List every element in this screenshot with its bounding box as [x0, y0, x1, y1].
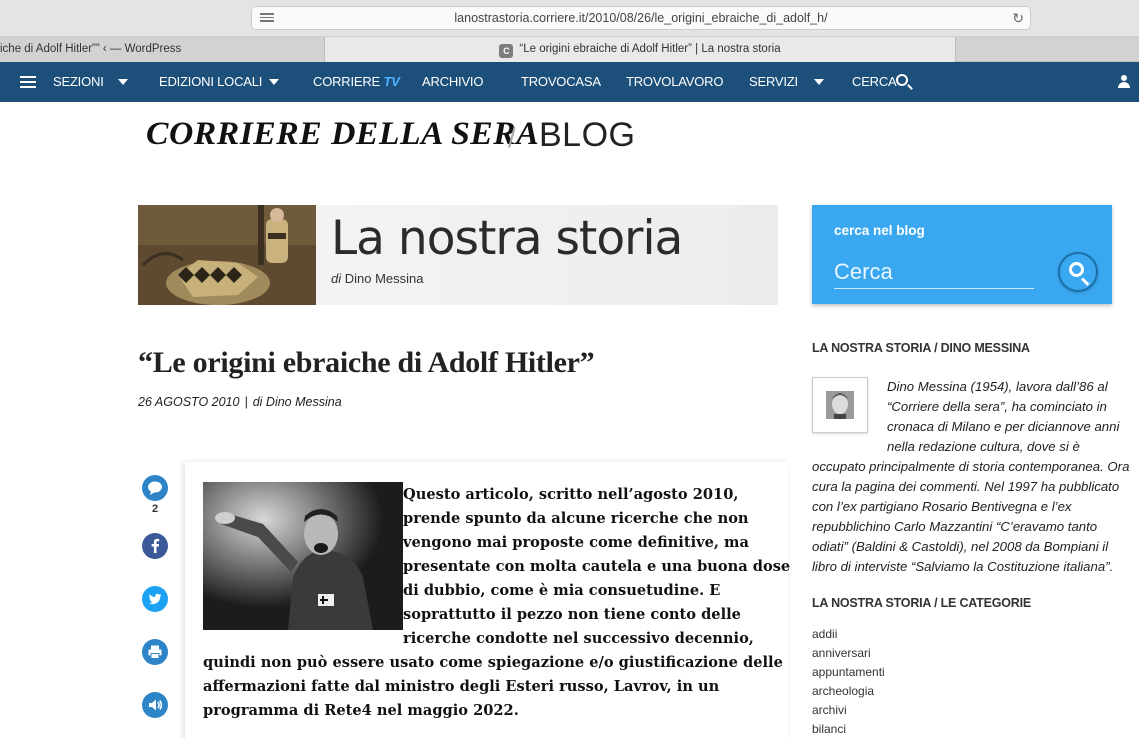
category-list: addii anniversari appuntamenti archeolog…: [812, 625, 885, 738]
audio-icon[interactable]: [142, 692, 168, 718]
category-item[interactable]: archivi: [812, 701, 885, 720]
tab-bar: iche di Adolf Hitler”” ‹ — WordPress C “L…: [0, 37, 1139, 62]
chevron-down-icon[interactable]: [118, 79, 128, 85]
category-item[interactable]: appuntamenti: [812, 663, 885, 682]
category-item[interactable]: bilanci: [812, 720, 885, 738]
address-bar[interactable]: lanostrastoria.corriere.it/2010/08/26/le…: [251, 6, 1031, 30]
chevron-down-icon[interactable]: [269, 79, 279, 85]
banner-image: [138, 205, 316, 305]
favicon-icon: C: [499, 44, 514, 58]
tab-wordpress[interactable]: iche di Adolf Hitler”” ‹ — WordPress: [0, 37, 325, 62]
body-line: programma di Rete4 nel maggio 2022.: [203, 702, 519, 719]
comment-count[interactable]: 2: [142, 503, 168, 515]
tab-label: iche di Adolf Hitler”” ‹ — WordPress: [0, 43, 182, 55]
blog-author-line: di Dino Messina: [331, 271, 424, 286]
bio-line: cura la pagina dei commenti. Nel 1997 ha…: [812, 479, 1120, 494]
facebook-icon[interactable]: [142, 533, 168, 559]
bio-line: con l’ex partigiano Rosario Bentivegna e…: [812, 499, 1072, 514]
article-by: di: [252, 395, 263, 409]
category-item[interactable]: addii: [812, 625, 885, 644]
search-icon: [1069, 262, 1084, 277]
search-input[interactable]: [834, 255, 1034, 289]
nav-tv-label: TV: [383, 74, 400, 89]
category-item[interactable]: anniversari: [812, 644, 885, 663]
bio-line: occupato principalmente di storia contem…: [812, 459, 1130, 474]
body-line: presentate con molta cautela e una buona…: [403, 558, 791, 575]
tab-label: “Le origini ebraiche di Adolf Hitler” | …: [519, 43, 781, 55]
nav-trovolavoro[interactable]: TROVOLAVORO: [626, 62, 723, 102]
body-line: soprattutto il pezzo non tiene conto del…: [403, 606, 741, 623]
body-line: ricerche condotte nel successivo decenni…: [403, 630, 754, 647]
article-date: 26 AGOSTO 2010: [138, 395, 240, 409]
body-line: vengono mai proposte come definitive, ma: [403, 534, 749, 551]
nav-edizioni-locali[interactable]: EDIZIONI LOCALI: [159, 62, 262, 102]
category-item[interactable]: archeologia: [812, 682, 885, 701]
comment-icon[interactable]: [142, 475, 168, 501]
masthead-separator: /: [508, 122, 516, 153]
search-button[interactable]: [1058, 252, 1098, 292]
nav-corriere-label: CORRIERE: [313, 74, 381, 89]
chevron-down-icon[interactable]: [814, 79, 824, 85]
author-avatar[interactable]: [812, 377, 868, 433]
nav-corriere-tv[interactable]: CORRIERE TV: [313, 62, 400, 102]
body-line: affermazioni fatte dal ministro degli Es…: [203, 678, 720, 695]
categories-heading: LA NOSTRA STORIA / LE CATEGORIE: [812, 596, 1032, 610]
search-icon[interactable]: [896, 74, 908, 86]
bio-line: odiati” (Baldini & Castoldi), nel 2008 d…: [812, 539, 1109, 554]
article-meta: 26 AGOSTO 2010 | di Dino Messina: [138, 395, 342, 409]
nav-servizi[interactable]: SERVIZI: [749, 62, 798, 102]
menu-list-icon[interactable]: [20, 76, 36, 88]
nav-sezioni[interactable]: SEZIONI: [53, 62, 104, 102]
print-icon[interactable]: [142, 639, 168, 665]
author-heading: LA NOSTRA STORIA / DINO MESSINA: [812, 341, 1030, 355]
nav-cerca[interactable]: CERCA: [852, 62, 897, 102]
article-author[interactable]: Dino Messina: [266, 395, 342, 409]
body-line: prende spunto da alcune ricerche che non: [403, 510, 749, 527]
nav-archivio[interactable]: ARCHIVIO: [422, 62, 483, 102]
article-title: “Le origini ebraiche di Adolf Hitler”: [138, 346, 595, 379]
blog-banner: La nostra storia di Dino Messina: [138, 205, 778, 305]
bio-line: nella redazione cultura, dove si è: [887, 439, 1080, 454]
nav-trovocasa[interactable]: TROVOCASA: [521, 62, 601, 102]
user-icon[interactable]: [1117, 75, 1131, 89]
bio-line: libro di interviste “Salviamo la Costitu…: [812, 559, 1114, 574]
article-body: Questo articolo, scritto nell’agosto 201…: [203, 483, 791, 723]
blog-author[interactable]: Dino Messina: [345, 271, 424, 286]
reload-icon[interactable]: ↻: [1012, 10, 1024, 27]
body-line: di dubbio, come è mia consuetudine. E: [403, 582, 721, 599]
site-nav: SEZIONI EDIZIONI LOCALI CORRIERE TV ARCH…: [0, 62, 1139, 102]
blog-by: di: [331, 271, 342, 286]
meta-separator: |: [244, 395, 248, 409]
twitter-icon[interactable]: [142, 586, 168, 612]
search-label: cerca nel blog: [834, 223, 925, 238]
body-line: Questo articolo, scritto nell’agosto 201…: [403, 486, 739, 503]
browser-toolbar: lanostrastoria.corriere.it/2010/08/26/le…: [0, 0, 1139, 37]
body-line: quindi non può essere usato come spiegaz…: [203, 654, 783, 671]
url-text[interactable]: lanostrastoria.corriere.it/2010/08/26/le…: [252, 11, 1030, 25]
blog-search-box: cerca nel blog: [812, 205, 1112, 304]
blog-label[interactable]: BLOG: [539, 116, 635, 155]
bio-line: repubblichino Carlo Mazzantini “C’eravam…: [812, 519, 1098, 534]
corriere-logo[interactable]: CORRIERE DELLA SERA: [146, 116, 539, 153]
tab-article[interactable]: C “Le origini ebraiche di Adolf Hitler” |…: [325, 37, 956, 62]
blog-title[interactable]: La nostra storia: [331, 211, 683, 266]
